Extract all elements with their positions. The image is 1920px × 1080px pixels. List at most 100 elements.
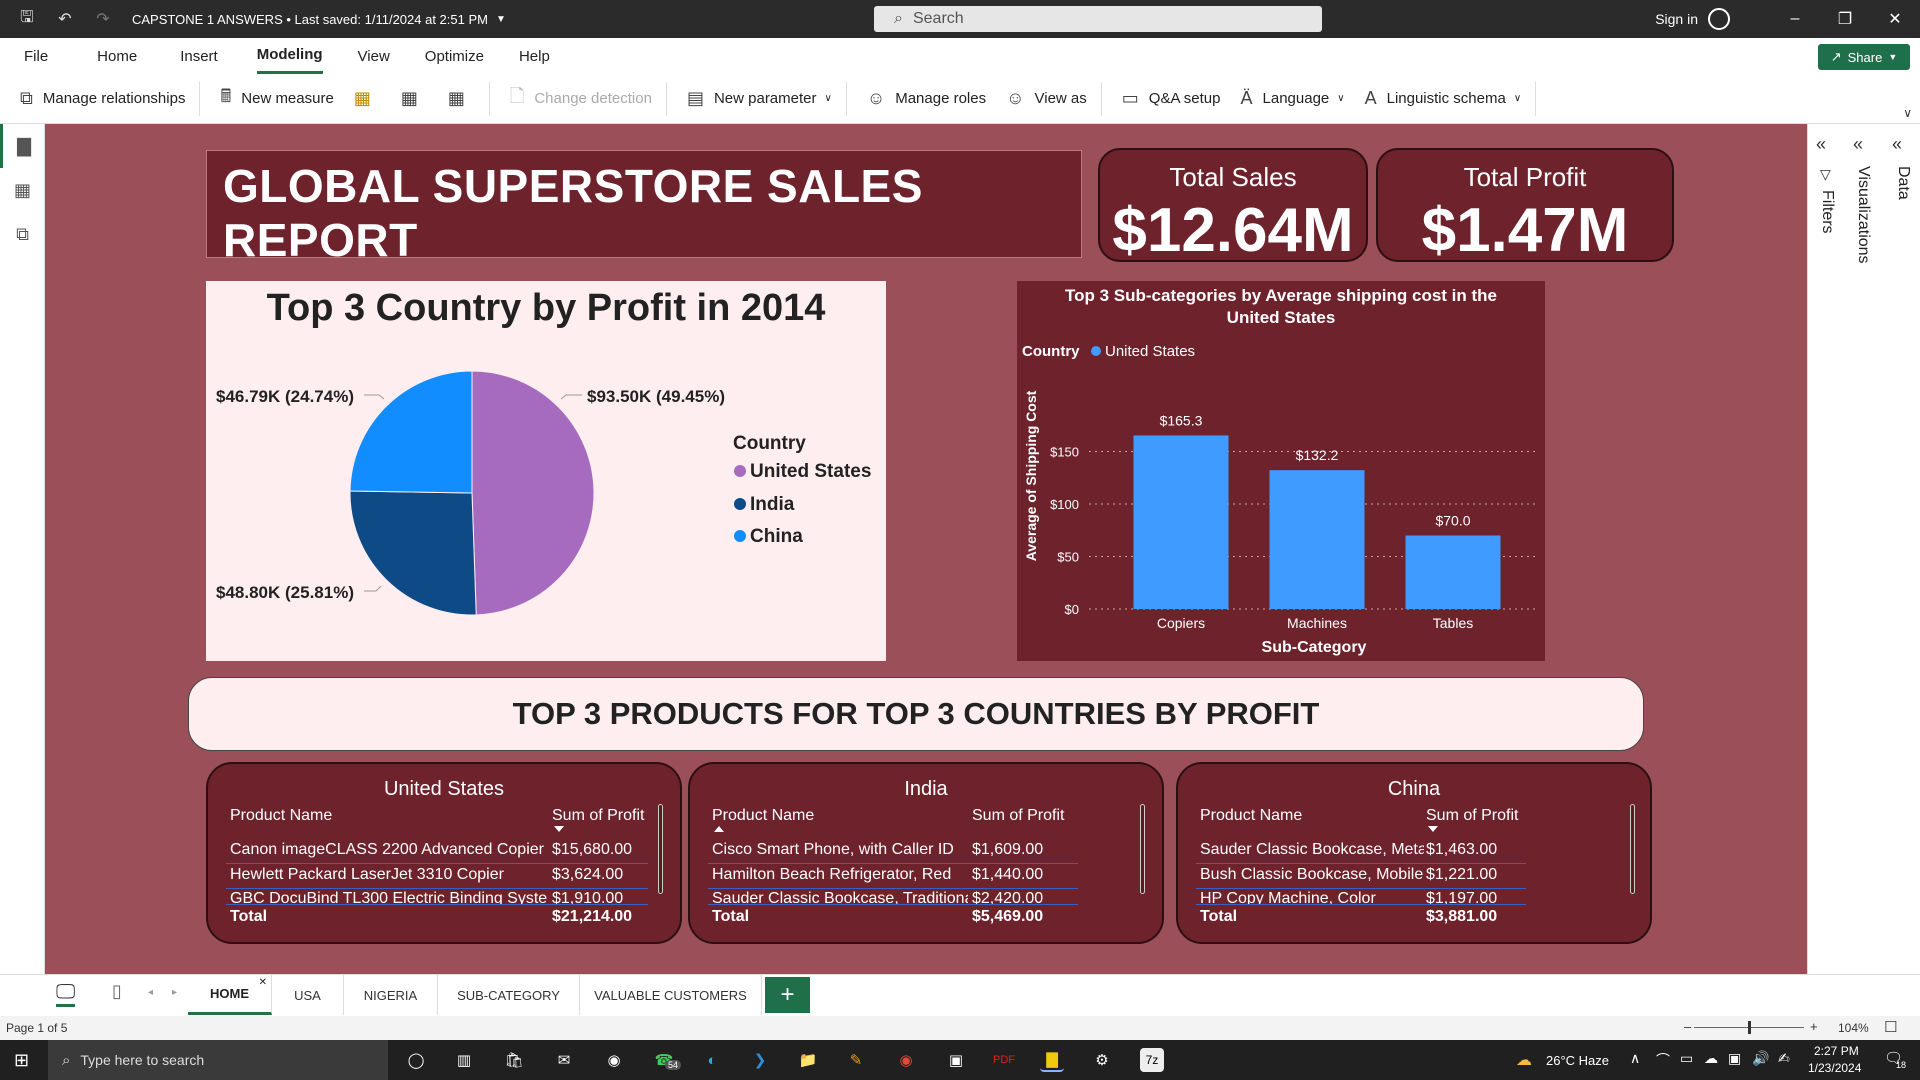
windows-start-icon[interactable]: ⊞ xyxy=(14,1050,29,1071)
share-button[interactable]: ↗ Share ▼ xyxy=(1818,44,1910,70)
expand-data-icon[interactable]: « xyxy=(1892,134,1902,155)
column-header-profit[interactable]: Sum of Profit xyxy=(1426,807,1518,825)
table-row[interactable]: Cisco Smart Phone, with Caller ID xyxy=(712,841,968,859)
store-icon[interactable]: 🛍 xyxy=(502,1048,526,1072)
table-row[interactable]: Hewlett Packard LaserJet 3310 Copier xyxy=(230,866,548,884)
pdf-icon[interactable]: PDF xyxy=(992,1048,1016,1072)
minimize-icon[interactable]: – xyxy=(1770,10,1820,28)
table-cell-profit[interactable]: $1,197.00 xyxy=(1426,890,1497,904)
close-tab-icon[interactable]: ✕ xyxy=(259,977,267,988)
table-row[interactable]: HP Copy Machine, Color xyxy=(1200,890,1424,904)
menu-modeling[interactable]: Modeling xyxy=(256,38,323,74)
model-view-icon[interactable]: ⧉ xyxy=(0,212,45,256)
ribbon-expand-icon[interactable]: ∨ xyxy=(1903,106,1912,120)
redo-icon[interactable]: ↷ xyxy=(92,8,114,30)
zoom-in-icon[interactable]: + xyxy=(1810,1019,1818,1034)
pie-slice[interactable] xyxy=(349,370,473,494)
table-scrollbar[interactable] xyxy=(1140,804,1145,894)
clock-time[interactable]: 2:27 PM xyxy=(1814,1044,1859,1058)
close-icon[interactable]: ✕ xyxy=(1870,9,1920,29)
new-parameter-button[interactable]: ▤ New parameter ∨ xyxy=(687,88,832,109)
save-icon[interactable]: 🖫 xyxy=(16,8,38,30)
total-sales-card[interactable]: Total Sales $12.64M xyxy=(1098,148,1368,265)
report-view-icon[interactable]: ▇ xyxy=(0,124,45,168)
sort-desc-icon[interactable] xyxy=(1428,826,1438,832)
mobile-layout-icon[interactable]: ▯ xyxy=(112,981,122,1002)
new-column-button[interactable]: ▦ xyxy=(401,88,428,109)
table-card-china[interactable]: China Product Name Sum of Profit Sauder … xyxy=(1176,762,1652,944)
network-icon[interactable]: ▣ xyxy=(1728,1050,1741,1067)
document-title[interactable]: CAPSTONE 1 ANSWERS • Last saved: 1/11/20… xyxy=(132,12,488,27)
view-as-button[interactable]: ☺ View as xyxy=(1006,88,1087,109)
tab-usa[interactable]: USA xyxy=(272,975,344,1015)
bar[interactable] xyxy=(1269,470,1365,609)
table-cell-profit[interactable]: $1,609.00 xyxy=(972,841,1043,859)
column-header-product[interactable]: Product Name xyxy=(712,807,814,825)
collapse-filters-icon[interactable]: « xyxy=(1816,134,1826,155)
zoom-level[interactable]: 104% xyxy=(1838,1021,1869,1035)
table-row[interactable]: GBC DocuBind TL300 Electric Binding Syst… xyxy=(230,890,548,904)
fit-to-page-icon[interactable]: ☐ xyxy=(1884,1018,1897,1036)
bar[interactable] xyxy=(1405,535,1501,610)
tab-home[interactable]: HOME ✕ xyxy=(188,975,272,1015)
undo-icon[interactable]: ↶ xyxy=(54,8,76,30)
quick-measure-button[interactable]: ▦ xyxy=(354,88,381,109)
menu-file[interactable]: File xyxy=(24,38,48,74)
sort-asc-icon[interactable] xyxy=(714,826,724,832)
table-cell-profit[interactable]: $1,440.00 xyxy=(972,866,1043,884)
table-cell-profit[interactable]: $1,910.00 xyxy=(552,890,623,904)
title-dropdown-icon[interactable]: ▼ xyxy=(496,14,506,25)
desktop-layout-icon[interactable]: 🖵 xyxy=(56,981,76,1007)
tab-sub-category[interactable]: SUB-CATEGORY xyxy=(438,975,580,1015)
app-icon[interactable]: ▣ xyxy=(944,1048,968,1072)
bar-chart-visual[interactable]: Top 3 Sub-categories by Average shipping… xyxy=(1017,281,1545,661)
sign-in-link[interactable]: Sign in xyxy=(1655,11,1698,27)
menu-insert[interactable]: Insert xyxy=(180,38,218,74)
mail-icon[interactable]: ✉ xyxy=(552,1048,576,1072)
battery-icon[interactable]: ▭ xyxy=(1680,1050,1693,1067)
products-banner[interactable]: TOP 3 PRODUCTS FOR TOP 3 COUNTRIES BY PR… xyxy=(188,677,1644,751)
tab-valuable-customers[interactable]: VALUABLE CUSTOMERS xyxy=(580,975,762,1015)
legend-item[interactable]: India xyxy=(750,494,795,515)
weather-text[interactable]: 26°C Haze xyxy=(1546,1053,1609,1068)
column-header-product[interactable]: Product Name xyxy=(1200,807,1302,825)
table-cell-profit[interactable]: $1,463.00 xyxy=(1426,841,1497,859)
table-cell-profit[interactable]: $3,624.00 xyxy=(552,866,623,884)
weather-icon[interactable]: ☁ xyxy=(1516,1050,1532,1070)
data-pane-tab[interactable]: Data xyxy=(1894,166,1912,200)
clock-date[interactable]: 1/23/2024 xyxy=(1808,1061,1861,1075)
table-cell-profit[interactable]: $1,221.00 xyxy=(1426,866,1497,884)
bar[interactable] xyxy=(1133,435,1229,609)
table-scrollbar[interactable] xyxy=(658,804,663,894)
table-row[interactable]: Sauder Classic Bookcase, Metal xyxy=(1200,841,1424,859)
sort-desc-icon[interactable] xyxy=(554,826,564,832)
table-cell-profit[interactable]: $15,680.00 xyxy=(552,841,632,859)
column-header-profit[interactable]: Sum of Profit xyxy=(972,807,1064,825)
pie-slice[interactable] xyxy=(471,370,595,616)
menu-home[interactable]: Home xyxy=(97,38,137,74)
qa-setup-button[interactable]: ▭ Q&A setup xyxy=(1122,88,1221,109)
column-header-product[interactable]: Product Name xyxy=(230,807,332,825)
next-page-icon[interactable]: ▸ xyxy=(172,987,177,998)
tray-chevron-icon[interactable]: ∧ xyxy=(1630,1050,1640,1067)
pie-chart-visual[interactable]: Top 3 Country by Profit in 2014 $93.50K … xyxy=(206,281,886,661)
wifi-icon[interactable]: ⌒ xyxy=(1656,1050,1670,1070)
legend-item[interactable]: United States xyxy=(1105,343,1195,360)
volume-icon[interactable]: 🔊 xyxy=(1752,1050,1769,1067)
table-row[interactable]: Hamilton Beach Refrigerator, Red xyxy=(712,866,968,884)
add-page-button[interactable]: + xyxy=(765,977,810,1013)
manage-relationships-button[interactable]: ⧉ Manage relationships xyxy=(20,88,185,109)
powerbi-icon[interactable]: ▇ xyxy=(1040,1048,1064,1072)
edge-icon[interactable]: ◐ xyxy=(700,1048,724,1072)
new-table-button[interactable]: ▦ xyxy=(448,88,475,109)
legend-item[interactable]: United States xyxy=(750,461,871,482)
change-detection-button[interactable]: 🗋 Change detection xyxy=(510,84,652,114)
prev-page-icon[interactable]: ◂ xyxy=(148,987,153,998)
table-card-united-states[interactable]: United States Product Name Sum of Profit… xyxy=(206,762,682,944)
onedrive-icon[interactable]: ☁ xyxy=(1704,1050,1718,1067)
pen-icon[interactable]: ✍ xyxy=(1778,1050,1790,1067)
table-view-icon[interactable]: ▦ xyxy=(0,168,45,212)
filters-pane-tab[interactable]: Filters xyxy=(1818,190,1836,234)
table-scrollbar[interactable] xyxy=(1630,804,1635,894)
vscode-icon[interactable]: ❯ xyxy=(748,1048,772,1072)
